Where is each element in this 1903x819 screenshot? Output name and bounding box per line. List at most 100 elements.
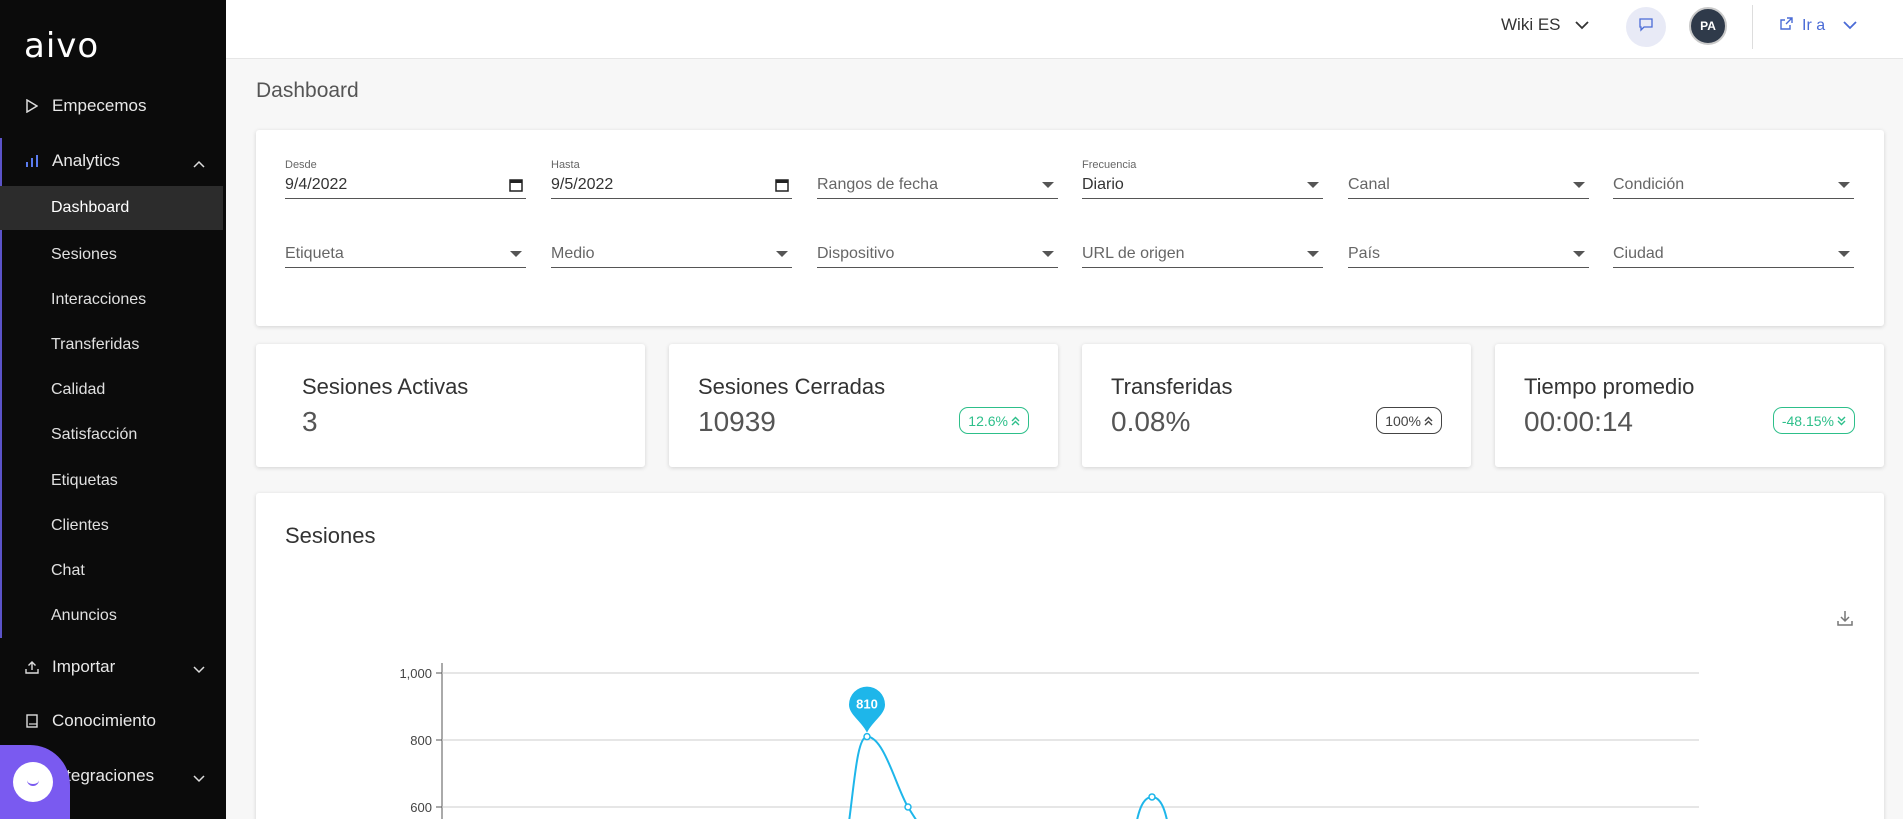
sidebar-item-transferidas[interactable]: Transferidas	[0, 323, 223, 367]
hasta-value: 9/5/2022	[551, 176, 614, 193]
y-tick-label: 800	[410, 733, 432, 748]
kpi-value: 10939	[698, 406, 776, 437]
peak-label: 810	[856, 697, 878, 712]
sidebar-item-satisfaccion[interactable]: Satisfacción	[0, 413, 223, 457]
dropdown-caret-icon	[1042, 251, 1054, 257]
sesiones-chart-card: Sesiones 1,000 800 600 810	[256, 493, 1884, 819]
trend-badge-label: 12.6%	[968, 412, 1008, 429]
frecuencia-value: Diario	[1082, 176, 1124, 193]
pais-placeholder: País	[1348, 245, 1381, 262]
kpi-title: Tiempo promedio	[1524, 374, 1695, 399]
frecuencia-select[interactable]: Frecuencia Diario	[1082, 159, 1323, 199]
chevron-down-icon	[1843, 17, 1857, 35]
messages-button[interactable]	[1626, 7, 1666, 47]
goto-label: Ir a	[1802, 17, 1826, 34]
y-tick-label: 600	[410, 800, 432, 815]
page-title: Dashboard	[256, 79, 359, 102]
dropdown-caret-icon	[1573, 251, 1585, 257]
kpi-card-tiempo-promedio: Tiempo promedio 00:00:14 -48.15%	[1495, 344, 1884, 467]
dropdown-caret-icon	[776, 251, 788, 257]
url-origen-placeholder: URL de origen	[1082, 245, 1185, 262]
book-icon	[24, 713, 40, 729]
play-icon	[24, 98, 40, 114]
desde-date-field[interactable]: Desde 9/4/2022	[285, 159, 526, 199]
kpi-title: Transferidas	[1111, 374, 1233, 399]
workspace-label: Wiki ES	[1501, 15, 1561, 34]
dispositivo-select[interactable]: Dispositivo	[817, 228, 1058, 268]
bar-chart-icon	[24, 153, 40, 169]
rangos-fecha-placeholder: Rangos de fecha	[817, 176, 938, 193]
dropdown-caret-icon	[510, 251, 522, 257]
sidebar-item-interacciones[interactable]: Interacciones	[0, 278, 223, 322]
nav-importar[interactable]: Importar	[0, 645, 223, 689]
dropdown-caret-icon	[1573, 182, 1585, 188]
sidebar-item-dashboard[interactable]: Dashboard	[0, 186, 223, 230]
frecuencia-label: Frecuencia	[1082, 159, 1137, 171]
canal-placeholder: Canal	[1348, 176, 1390, 193]
chevron-down-icon[interactable]	[193, 768, 205, 788]
aivo-logo[interactable]: aivo	[24, 26, 99, 66]
topbar: Wiki ES PA Ir a	[226, 0, 1903, 59]
trend-badge: 12.6%	[959, 407, 1029, 434]
kpi-title: Sesiones Cerradas	[698, 374, 886, 399]
sidebar-item-calidad[interactable]: Calidad	[0, 368, 223, 412]
sidebar-item-anuncios[interactable]: Anuncios	[0, 594, 223, 638]
kpi-value: 0.08%	[1111, 406, 1191, 437]
sesiones-line-chart: 1,000 800 600 810	[399, 663, 1699, 819]
data-point	[1148, 793, 1156, 801]
chevron-up-icon[interactable]	[193, 153, 205, 173]
sidebar-item-sesiones[interactable]: Sesiones	[0, 233, 223, 277]
trend-badge-label: -48.15%	[1781, 412, 1834, 429]
trend-badge-label: 100%	[1385, 412, 1421, 429]
desde-label: Desde	[285, 159, 317, 171]
etiqueta-select[interactable]: Etiqueta	[285, 228, 526, 268]
avatar[interactable]: PA	[1689, 7, 1727, 45]
kpi-card-sesiones-activas: Sesiones Activas 3	[256, 344, 645, 467]
calendar-icon[interactable]	[775, 178, 789, 197]
divider	[1752, 5, 1753, 49]
sidebar-item-chat[interactable]: Chat	[0, 549, 223, 593]
pais-select[interactable]: País	[1348, 228, 1589, 268]
dispositivo-placeholder: Dispositivo	[817, 245, 895, 262]
double-chevron-down-icon	[1837, 413, 1846, 429]
dropdown-caret-icon	[1042, 182, 1054, 188]
hasta-label: Hasta	[551, 159, 580, 171]
dropdown-caret-icon	[1838, 182, 1850, 188]
data-point	[863, 732, 871, 741]
nav-analytics[interactable]: Analytics	[0, 139, 223, 183]
medio-placeholder: Medio	[551, 245, 595, 262]
canal-select[interactable]: Canal	[1348, 159, 1589, 199]
double-chevron-up-icon	[1011, 413, 1020, 429]
nav-empecemos-label: Empecemos	[52, 96, 147, 115]
kpi-card-transferidas: Transferidas 0.08% 100%	[1082, 344, 1471, 467]
kpi-title: Sesiones Activas	[302, 374, 469, 399]
filters-panel: Desde 9/4/2022 Hasta 9/5/2022 Rangos de …	[256, 130, 1884, 326]
desde-value: 9/4/2022	[285, 176, 348, 193]
medio-select[interactable]: Medio	[551, 228, 792, 268]
etiqueta-placeholder: Etiqueta	[285, 245, 344, 262]
hasta-date-field[interactable]: Hasta 9/5/2022	[551, 159, 792, 199]
calendar-icon[interactable]	[509, 178, 523, 197]
nav-conocimiento[interactable]: Conocimiento	[0, 699, 223, 743]
data-point	[904, 803, 912, 811]
ciudad-placeholder: Ciudad	[1613, 245, 1664, 262]
dropdown-caret-icon	[1838, 251, 1850, 257]
kpi-card-sesiones-cerradas: Sesiones Cerradas 10939 12.6%	[669, 344, 1058, 467]
chevron-down-icon	[1574, 15, 1589, 35]
condicion-select[interactable]: Condición	[1613, 159, 1854, 199]
dropdown-caret-icon	[1307, 251, 1319, 257]
kpi-value: 00:00:14	[1524, 406, 1633, 437]
ciudad-select[interactable]: Ciudad	[1613, 228, 1854, 268]
nav-empecemos[interactable]: Empecemos	[0, 84, 223, 128]
chevron-down-icon[interactable]	[193, 659, 205, 679]
sidebar-item-etiquetas[interactable]: Etiquetas	[0, 459, 223, 503]
y-tick-label: 1,000	[399, 666, 432, 681]
goto-menu[interactable]: Ir a	[1779, 16, 1857, 36]
sidebar-item-clientes[interactable]: Clientes	[0, 504, 223, 548]
sidebar: aivo Empecemos Analytics Dashboard Sesio…	[0, 0, 226, 819]
kpi-value: 3	[302, 406, 318, 437]
workspace-selector[interactable]: Wiki ES	[1501, 15, 1589, 35]
url-origen-select[interactable]: URL de origen	[1082, 228, 1323, 268]
rangos-fecha-select[interactable]: Rangos de fecha	[817, 159, 1058, 199]
condicion-placeholder: Condición	[1613, 176, 1685, 193]
